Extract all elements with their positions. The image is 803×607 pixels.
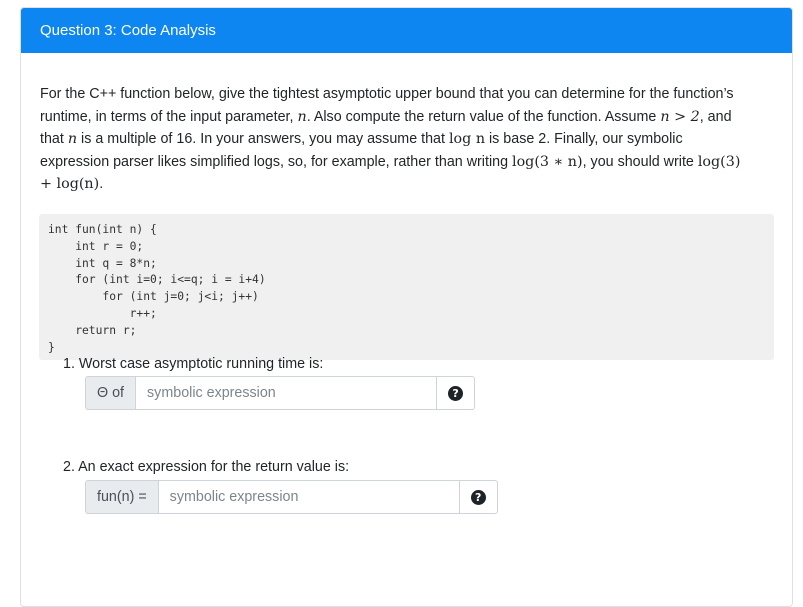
code-line: int fun(int n) { (48, 222, 157, 236)
question-header: Question 3: Code Analysis (21, 8, 792, 53)
q2-label: 2. An exact expression for the return va… (63, 459, 350, 475)
q2-help-button[interactable]: ? (459, 480, 498, 514)
question-title: Question 3: Code Analysis (40, 22, 216, 39)
question-card: Question 3: Code Analysis For the C++ fu… (20, 7, 793, 607)
code-line: for (int i=0; i<=q; i = i+4) (48, 273, 266, 287)
code-line: r++; (48, 306, 157, 320)
code-line: for (int j=0; j<i; j++) (48, 290, 259, 304)
q1-theta-addon: Θ of (85, 376, 137, 410)
q2-answer-input[interactable] (158, 480, 460, 514)
math-assumption: n > 2 (660, 108, 700, 125)
question-prompt: For the C++ function below, give the tig… (40, 86, 741, 193)
q1-label: 1. Worst case asymptotic running time is… (63, 356, 324, 372)
question-circle-icon: ? (470, 489, 486, 505)
code-line: int r = 0; (48, 239, 144, 253)
math-log-n: log n (448, 131, 486, 148)
math-bad-example: log(3 ∗ n) (512, 153, 583, 170)
q2-fun-addon: fun(n) = (85, 480, 159, 514)
question-circle-icon: ? (448, 385, 464, 401)
code-line: } (48, 340, 55, 354)
q1-input-group: Θ of ? (85, 376, 476, 410)
question-body: For the C++ function below, give the tig… (21, 53, 792, 360)
code-line: int q = 8*n; (48, 256, 157, 270)
math-n: n (297, 108, 307, 125)
code-block: int fun(int n) { int r = 0; int q = 8*n;… (39, 213, 774, 360)
q1-help-button[interactable]: ? (437, 376, 476, 410)
q2-input-group: fun(n) = ? (85, 480, 498, 514)
code-line: return r; (48, 323, 137, 337)
q1-answer-input[interactable] (136, 376, 438, 410)
